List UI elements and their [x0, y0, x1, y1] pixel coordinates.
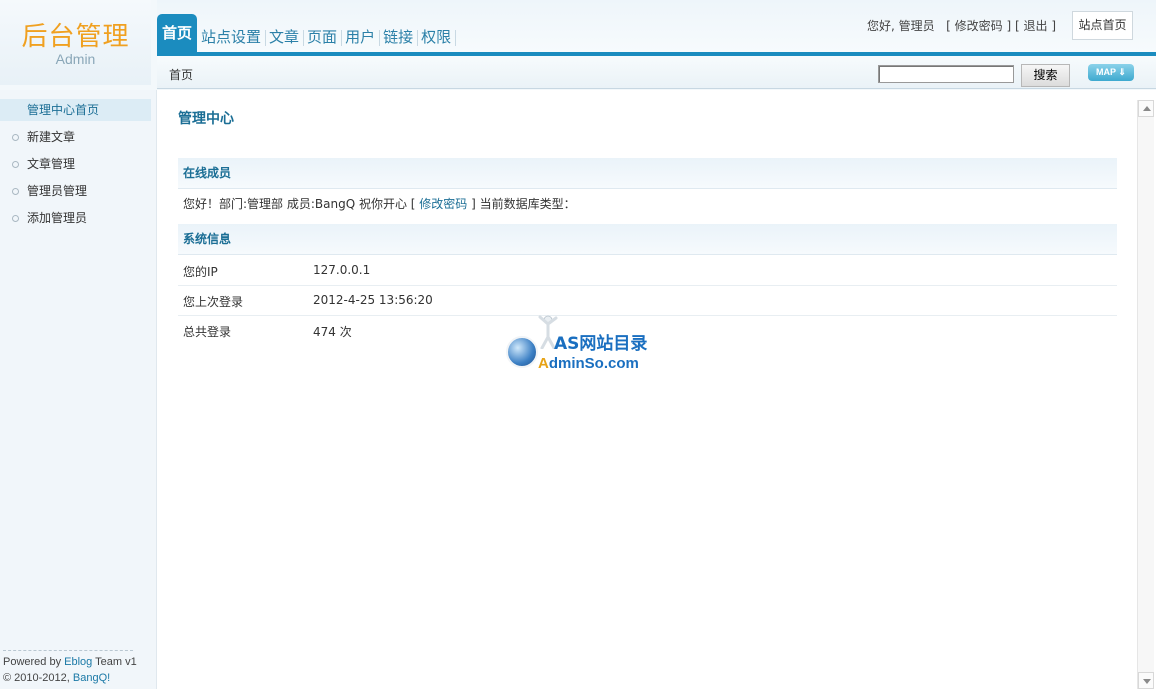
online-members-heading: 在线成员 [178, 158, 1117, 189]
bracket-open: [ [946, 19, 951, 33]
arrow-down-icon [1143, 679, 1151, 684]
online-text-after: ] 当前数据库类型： [467, 197, 576, 211]
info-value: 127.0.0.1 [313, 263, 371, 277]
info-key: 您的IP [183, 265, 218, 279]
online-members-text: 您好！部门:管理部 成员:BangQ 祝你开心 [ 修改密码 ] 当前数据库类型… [183, 195, 576, 212]
watermark-logo: AS网站目录 AdminSo.com [504, 315, 654, 377]
vertical-scrollbar[interactable] [1137, 100, 1154, 689]
logo[interactable]: 后台管理 Admin [0, 0, 151, 85]
main-content: 管理中心 在线成员 您好！部门:管理部 成员:BangQ 祝你开心 [ 修改密码… [158, 90, 1137, 689]
bullet-icon [12, 188, 19, 195]
powered-suffix: Team v1 [92, 656, 137, 668]
logo-subtitle: Admin [55, 51, 96, 67]
globe-icon [506, 336, 538, 368]
sub-bar: 首页 搜索 MAP ⇓ [157, 56, 1156, 89]
online-text-before: 您好！部门:管理部 成员:BangQ 祝你开心 [ [183, 197, 420, 211]
sidebar-item-label: 管理员管理 [27, 184, 88, 198]
powered-prefix: Powered by [3, 656, 65, 668]
search-input[interactable] [878, 65, 1014, 83]
sidebar-item-new-article[interactable]: 新建文章 [0, 126, 151, 148]
watermark-domain-rest: dminSo.com [548, 355, 639, 372]
logo-title: 后台管理 [21, 22, 130, 52]
copyright-prefix: © 2010-2012, [3, 672, 73, 684]
bracket-separator: ] [ [1006, 19, 1020, 33]
system-info-heading: 系统信息 [178, 224, 1117, 255]
sidebar-divider [3, 650, 133, 651]
info-key: 总共登录 [183, 325, 232, 339]
info-value: 474 次 [313, 325, 352, 339]
nav-tab-articles[interactable]: 文章 [265, 18, 305, 52]
nav-tab-site-settings[interactable]: 站点设置 [197, 18, 267, 52]
bullet-icon [12, 134, 19, 141]
eblog-link[interactable]: Eblog [64, 656, 92, 668]
scroll-down-button[interactable] [1138, 672, 1154, 689]
sidebar-item-label: 新建文章 [27, 130, 76, 144]
nav-tab-home[interactable]: 首页 [157, 14, 198, 52]
nav-tab-links[interactable]: 链接 [379, 18, 419, 52]
map-button[interactable]: MAP ⇓ [1088, 64, 1134, 81]
sidebar: 管理中心首页 新建文章 文章管理 管理员管理 添加管理员 Powered by … [0, 90, 157, 689]
logout-link[interactable]: 退出 [1023, 19, 1047, 33]
arrow-up-icon [1143, 106, 1151, 111]
sidebar-item-admin-management[interactable]: 管理员管理 [0, 180, 151, 202]
sidebar-item-add-admin[interactable]: 添加管理员 [0, 207, 151, 229]
info-row-ip: 您的IP 127.0.0.1 [178, 256, 1117, 286]
watermark-domain-a: A [538, 355, 549, 372]
info-value: 2012-4-25 13:56:20 [313, 293, 433, 307]
change-password-link[interactable]: 修改密码 [955, 19, 1003, 33]
breadcrumb: 首页 [169, 68, 194, 82]
bullet-icon [12, 161, 19, 168]
bracket-close: ] [1051, 19, 1056, 33]
sidebar-item-label: 文章管理 [27, 157, 76, 171]
bangq-link[interactable]: BangQ! [73, 672, 110, 684]
copyright: © 2010-2012, BangQ! [3, 672, 110, 684]
nav-tab-permissions[interactable]: 权限 [417, 18, 457, 52]
search-button[interactable]: 搜索 [1021, 64, 1070, 87]
info-key: 您上次登录 [183, 295, 244, 309]
main-nav: 首页 站点设置 文章 页面 用户 链接 权限 [157, 14, 457, 52]
page-title: 管理中心 [178, 111, 234, 127]
watermark-domain: AdminSo.com [538, 355, 639, 372]
header: 后台管理 Admin 首页 站点设置 文章 页面 用户 链接 权限 您好, 管理… [0, 0, 1156, 90]
sidebar-item-label: 添加管理员 [27, 211, 88, 225]
bullet-icon [12, 215, 19, 222]
sidebar-item-article-management[interactable]: 文章管理 [0, 153, 151, 175]
nav-tab-users[interactable]: 用户 [341, 18, 381, 52]
sidebar-item-dashboard[interactable]: 管理中心首页 [0, 99, 151, 121]
user-greeting: 您好, 管理员 [867, 19, 935, 33]
powered-by: Powered by Eblog Team v1 [3, 656, 137, 668]
user-area: 您好, 管理员 [ 修改密码 ] [ 退出 ] [867, 17, 1056, 34]
change-password-link[interactable]: 修改密码 [419, 197, 467, 211]
info-row-last-login: 您上次登录 2012-4-25 13:56:20 [178, 286, 1117, 316]
site-home-button[interactable]: 站点首页 [1072, 11, 1133, 40]
sidebar-item-label: 管理中心首页 [27, 103, 100, 117]
nav-tab-pages[interactable]: 页面 [303, 18, 343, 52]
scroll-up-button[interactable] [1138, 100, 1154, 117]
watermark-title: AS网站目录 [554, 334, 648, 354]
